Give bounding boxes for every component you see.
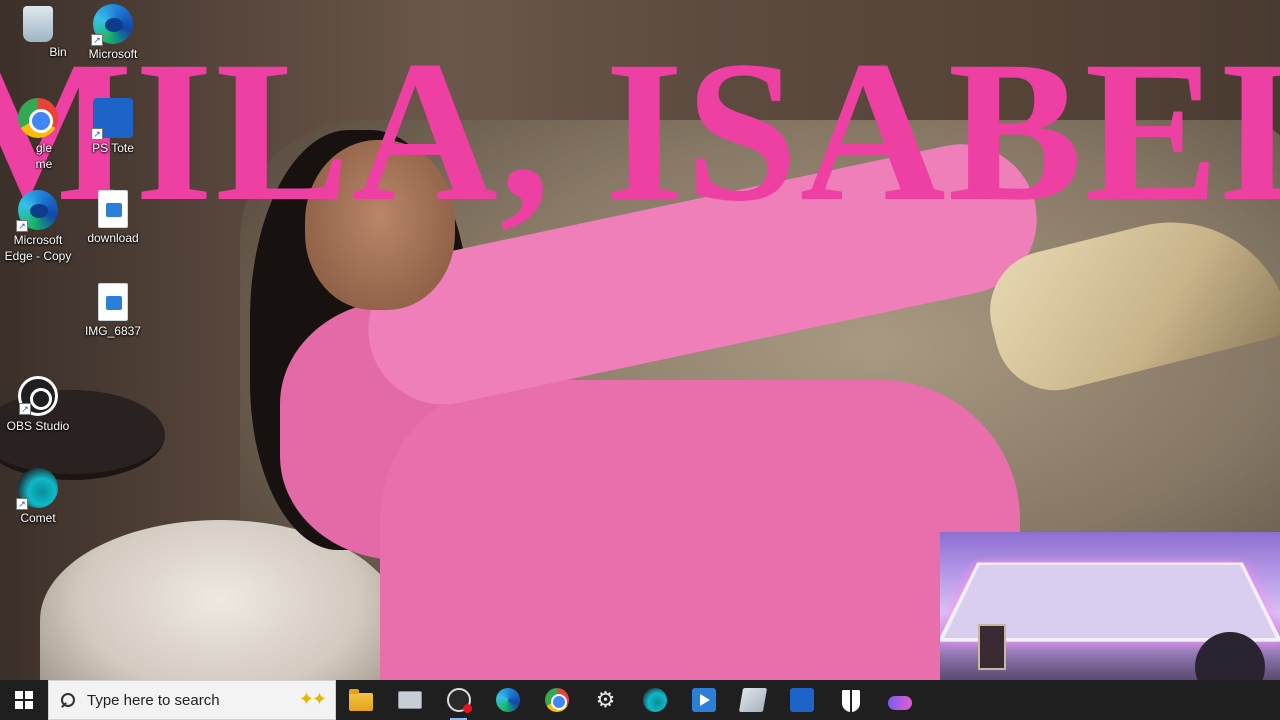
search-icon: [61, 693, 75, 707]
taskbar-app-game-bar[interactable]: [875, 680, 924, 720]
chrome-icon: [544, 688, 569, 712]
desktop-icon-recycle-bin[interactable]: Bin: [0, 4, 78, 60]
taskbar-app-microsoft-edge[interactable]: [483, 680, 532, 720]
taskbar-app-settings[interactable]: ⚙: [581, 680, 630, 720]
recycle-bin-icon: [23, 6, 53, 42]
taskbar-search-box[interactable]: Type here to search ✦✦: [48, 680, 336, 720]
taskbar-app-obs-recording[interactable]: [434, 680, 483, 720]
taskbar-app-media-player[interactable]: [679, 680, 728, 720]
desktop-icon-obs-studio[interactable]: ↗ OBS Studio: [0, 376, 78, 434]
desktop-icon-google-chrome[interactable]: gle me: [0, 98, 78, 172]
start-button[interactable]: [0, 680, 48, 720]
desktop-icon-label: download: [87, 231, 139, 245]
comet-icon: ↗: [16, 468, 58, 510]
photoshop-icon: ↗: [91, 98, 133, 140]
taskbar-app-file-manager[interactable]: [385, 680, 434, 720]
desktop-icon-label: IMG_6837: [84, 324, 142, 338]
desktop-icon-photoshop[interactable]: ↗ PS Tote: [73, 98, 153, 156]
desktop-icon-label: Bin: [49, 45, 67, 59]
desktop-icon-download[interactable]: download: [73, 190, 153, 246]
desktop-icon-label: OBS Studio: [6, 419, 70, 433]
folder-icon: [348, 689, 373, 711]
image-file-icon: [98, 190, 128, 228]
taskbar-app-google-chrome[interactable]: [532, 680, 581, 720]
search-highlight-icon[interactable]: ✦✦: [299, 689, 327, 710]
wallpaper-pink-leg-lower: [380, 380, 1020, 680]
obs-icon: [446, 688, 472, 713]
shortcut-arrow-icon: ↗: [16, 220, 28, 232]
desktop-icon-label: Microsoft Edge - Copy: [4, 233, 72, 263]
desktop-icon-label: Comet: [20, 511, 56, 525]
shortcut-arrow-icon: ↗: [16, 498, 28, 510]
media-icon: [691, 688, 716, 712]
files-icon: [397, 691, 422, 709]
edge-icon: [495, 688, 520, 712]
gamepad-icon: [887, 695, 912, 710]
desktop-icon-comet[interactable]: ↗ Comet: [0, 468, 78, 526]
wallpaper-headline: MILA, ISABEL: [0, 19, 1280, 243]
desktop-icon-label: Microsoft: [88, 47, 138, 61]
snip-icon: [789, 688, 814, 712]
desktop-icon-label: PS Tote: [92, 141, 134, 155]
comet-icon: [642, 688, 667, 712]
obs-icon: ↗: [18, 376, 58, 416]
taskbar-app-security[interactable]: [826, 680, 875, 720]
taskbar-app-comet[interactable]: [630, 680, 679, 720]
windows-logo-icon: [15, 691, 33, 709]
gear-icon: ⚙: [595, 687, 616, 712]
shortcut-arrow-icon: ↗: [91, 128, 103, 140]
notes-icon: [738, 688, 767, 712]
taskbar-app-snipping-tool[interactable]: [777, 680, 826, 720]
chrome-icon: [18, 98, 58, 138]
shield-icon: [841, 689, 860, 712]
search-placeholder: Type here to search: [87, 691, 220, 709]
taskbar-app-notes[interactable]: [728, 680, 777, 720]
webcam-overlay: [940, 532, 1280, 680]
shortcut-arrow-icon: ↗: [19, 403, 31, 415]
desktop-icon-microsoft[interactable]: ↗ Microsoft: [73, 4, 153, 62]
webcam-wall-picture: [978, 624, 1006, 670]
desktop-icon-img-6837[interactable]: IMG_6837: [73, 283, 153, 339]
edge-icon: ↗: [16, 190, 58, 232]
video-file-icon: [98, 283, 128, 321]
desktop-icon-edge-copy[interactable]: ↗ Microsoft Edge - Copy: [0, 190, 78, 264]
shortcut-arrow-icon: ↗: [91, 34, 103, 46]
desktop-icon-label: gle me: [35, 141, 53, 171]
taskbar-app-file-explorer[interactable]: [336, 680, 385, 720]
taskbar: Type here to search ✦✦ ⚙: [0, 680, 1280, 720]
edge-icon: ↗: [91, 4, 133, 46]
